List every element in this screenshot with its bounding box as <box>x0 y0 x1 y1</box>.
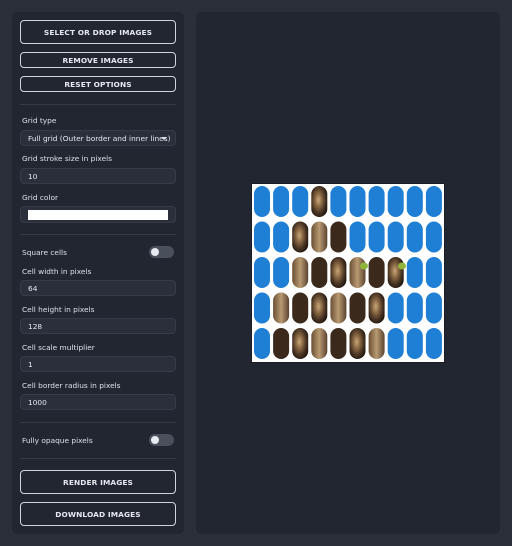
cell-width-label: Cell width in pixels <box>22 267 92 276</box>
grid-type-value: Full grid (Outer border and inner lines) <box>28 133 171 143</box>
cat-image-cell <box>330 292 347 324</box>
cat-image-cell <box>368 328 385 359</box>
grid-stroke-label: Grid stroke size in pixels <box>22 154 113 163</box>
grid-color-label: Grid color <box>22 193 59 202</box>
remove-images-button[interactable]: REMOVE IMAGES <box>20 52 176 68</box>
cat-image-cell <box>292 292 309 324</box>
cell-scale-input[interactable]: 1 <box>20 356 176 372</box>
grid-cell <box>425 328 442 359</box>
divider <box>20 104 176 105</box>
grid-cell <box>387 221 404 253</box>
cell-grid-image <box>254 186 442 359</box>
grid-cell <box>387 328 404 359</box>
cell-width-input[interactable]: 64 <box>20 280 176 296</box>
cat-image-cell <box>349 292 366 324</box>
divider <box>20 422 176 423</box>
cell-height-input[interactable]: 128 <box>20 318 176 334</box>
square-cells-toggle[interactable] <box>149 246 174 258</box>
cat-image-cell <box>368 292 385 324</box>
grid-type-label: Grid type <box>22 116 57 125</box>
cat-image-cell <box>330 328 347 359</box>
cat-eye <box>398 262 406 270</box>
cell-height-label: Cell height in pixels <box>22 305 95 314</box>
reset-options-button[interactable]: RESET OPTIONS <box>20 76 176 92</box>
grid-type-select[interactable]: Full grid (Outer border and inner lines) <box>20 130 176 146</box>
grid-cell <box>425 257 442 288</box>
cell-radius-input[interactable]: 1000 <box>20 394 176 410</box>
select-images-button[interactable]: SELECT OR DROP IMAGES <box>20 20 176 44</box>
cat-image-cell <box>330 257 347 288</box>
chevron-down-icon <box>161 137 167 140</box>
grid-cell <box>254 186 270 217</box>
grid-cell <box>406 328 423 359</box>
grid-cell <box>425 186 442 217</box>
grid-cell <box>387 292 404 324</box>
grid-cell <box>254 221 270 253</box>
cat-image-cell <box>292 328 309 359</box>
grid-cell <box>406 221 423 253</box>
grid-cell <box>349 221 366 253</box>
cell-radius-value: 1000 <box>28 397 47 407</box>
cat-image-cell <box>311 328 328 359</box>
toggle-knob <box>151 248 159 256</box>
rendered-image-preview[interactable] <box>251 183 445 363</box>
cell-height-value: 128 <box>28 321 43 331</box>
opaque-pixels-label: Fully opaque pixels <box>22 436 93 445</box>
cat-image-cell <box>311 221 328 253</box>
cat-image-cell <box>273 328 290 359</box>
grid-cell <box>368 221 385 253</box>
toggle-knob <box>151 436 159 444</box>
cat-image-cell <box>349 328 366 359</box>
grid-cell <box>292 186 309 217</box>
grid-cell <box>425 221 442 253</box>
cat-eye <box>360 262 368 270</box>
cat-image-cell <box>273 292 290 324</box>
download-images-button[interactable]: DOWNLOAD IMAGES <box>20 502 176 526</box>
divider <box>20 458 176 459</box>
cell-width-value: 64 <box>28 283 38 293</box>
grid-cell <box>330 186 347 217</box>
grid-color-swatch <box>28 210 168 220</box>
grid-cell <box>254 328 270 359</box>
cat-image-cell <box>292 221 309 253</box>
cat-image-cell <box>311 186 328 217</box>
cat-image-cell <box>330 221 347 253</box>
cat-image-cell <box>368 257 385 288</box>
grid-cell <box>406 292 423 324</box>
cell-scale-value: 1 <box>28 359 33 369</box>
grid-cell <box>254 292 270 324</box>
cell-scale-label: Cell scale multiplier <box>22 343 95 352</box>
grid-cell <box>273 186 290 217</box>
square-cells-label: Square cells <box>22 248 67 257</box>
options-sidebar: SELECT OR DROP IMAGES REMOVE IMAGES RESE… <box>12 12 184 534</box>
cat-image-cell <box>311 257 328 288</box>
cat-image-cell <box>292 257 309 288</box>
opaque-pixels-toggle[interactable] <box>149 434 174 446</box>
grid-cell <box>406 186 423 217</box>
grid-cell <box>368 186 385 217</box>
grid-cell <box>406 257 423 288</box>
cat-image-cell <box>349 257 366 288</box>
grid-color-picker[interactable] <box>20 206 176 223</box>
grid-cell <box>273 221 290 253</box>
grid-cell <box>425 292 442 324</box>
divider <box>20 234 176 235</box>
render-images-button[interactable]: RENDER IMAGES <box>20 470 176 494</box>
cat-image-cell <box>387 257 404 288</box>
grid-stroke-input[interactable]: 10 <box>20 168 176 184</box>
grid-cell <box>273 257 290 288</box>
grid-cell <box>349 186 366 217</box>
grid-cell <box>254 257 270 288</box>
cell-radius-label: Cell border radius in pixels <box>22 381 121 390</box>
preview-area <box>196 12 500 534</box>
cat-image-cell <box>311 292 328 324</box>
grid-cell <box>387 186 404 217</box>
grid-stroke-value: 10 <box>28 171 38 181</box>
